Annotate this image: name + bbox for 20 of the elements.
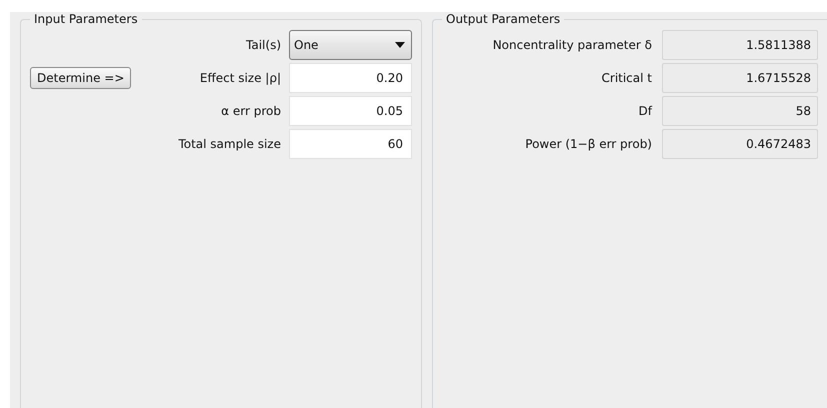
- output-field: 0.4672483: [662, 129, 818, 159]
- tails-dropdown[interactable]: One: [289, 30, 412, 60]
- determine-button[interactable]: Determine =>: [30, 67, 132, 89]
- field-label: α err prob: [220, 104, 281, 118]
- panel-title: Output Parameters: [445, 12, 562, 26]
- field-label: Total sample size: [178, 137, 281, 151]
- caret-icon: [395, 42, 405, 48]
- field-label: Tail(s): [245, 38, 281, 52]
- output-field: 58: [662, 96, 818, 126]
- field-label: Noncentrality parameter δ: [492, 38, 652, 52]
- input-field[interactable]: 0.20: [289, 63, 412, 93]
- field-label: Critical t: [600, 71, 652, 85]
- field-label: Power (1−β err prob): [524, 137, 652, 151]
- field-label: Df: [638, 104, 652, 118]
- output-field: 1.6715528: [662, 63, 818, 93]
- panel-title: Input Parameters: [33, 12, 139, 26]
- input-field[interactable]: 0.05: [289, 96, 412, 126]
- input-field[interactable]: 60: [289, 129, 412, 159]
- field-label: Effect size |ρ|: [198, 71, 281, 85]
- output-field: 1.5811388: [662, 30, 818, 60]
